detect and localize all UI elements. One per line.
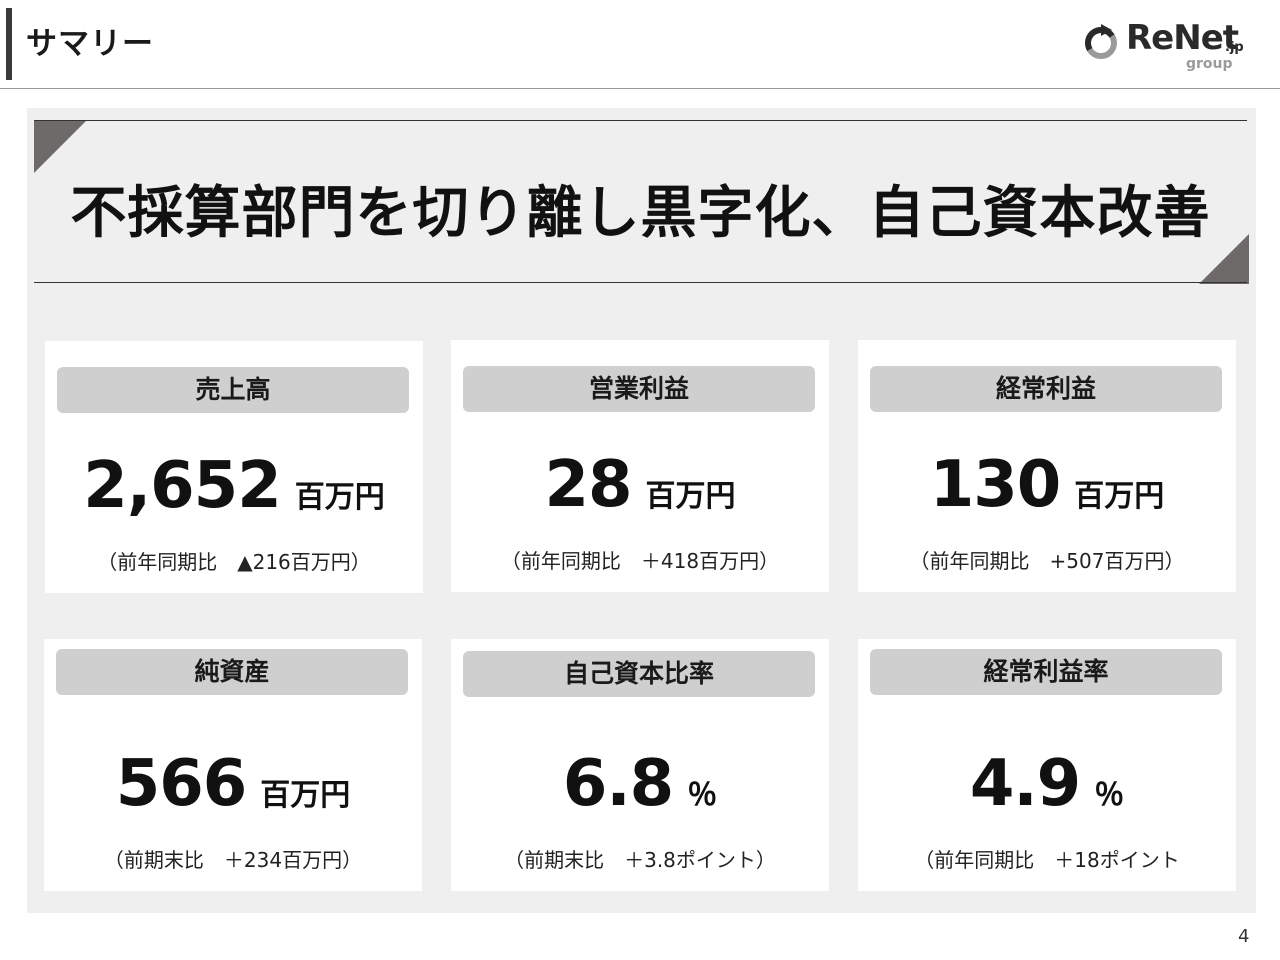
banner-top-rule [34,120,1247,121]
logo-domain-suffix: .jp [1225,40,1244,55]
kpi-unit: 百万円 [260,778,351,813]
kpi-card-ordinary-profit-margin: 経常利益率 4.9 ％ （前年同期比 ＋18ポイント [858,639,1236,891]
kpi-label: 経常利益 [870,366,1222,412]
kpi-value: 566 [115,747,248,821]
kpi-value-row: 6.8 ％ [451,747,829,821]
kpi-unit: 百万円 [645,479,736,514]
kpi-card-sales: 売上高 2,652 百万円 （前年同期比 ▲216百万円） [45,341,423,593]
kpi-comparison-note: （前年同期比 +507百万円） [909,549,1185,573]
kpi-unit: 百万円 [1074,479,1165,514]
logo-wordmark: ReNet [1126,18,1239,58]
banner-headline: 不採算部門を切り離し黒字化、自己資本改善 [70,181,1211,246]
title-accent-bar [6,8,12,80]
kpi-comparison-note: （前年同期比 ＋418百万円） [500,549,780,573]
kpi-value-row: 566 百万円 [44,747,422,821]
banner-bottom-rule [34,282,1247,283]
kpi-card-operating-profit: 営業利益 28 百万円 （前年同期比 ＋418百万円） [451,340,829,592]
kpi-value-row: 4.9 ％ [858,747,1236,821]
page-title: サマリー [26,26,154,62]
corner-triangle-top-left [34,121,86,173]
renet-logo: ReNet .jp group [1082,18,1262,76]
kpi-unit: 百万円 [294,480,385,515]
kpi-label: 自己資本比率 [463,651,815,697]
kpi-comparison-note: （前期末比 ＋234百万円） [103,848,363,872]
kpi-label: 売上高 [57,367,409,413]
kpi-label: 経常利益率 [870,649,1222,695]
kpi-comparison-note: （前年同期比 ＋18ポイント [914,848,1180,872]
kpi-value: 2,652 [83,449,281,523]
kpi-comparison-note: （前年同期比 ▲216百万円） [97,550,371,574]
kpi-value: 28 [544,448,632,522]
corner-triangle-bottom-right [1199,234,1249,284]
kpi-card-equity-ratio: 自己資本比率 6.8 ％ （前期末比 ＋3.8ポイント） [451,639,829,891]
kpi-card-ordinary-profit: 経常利益 130 百万円 （前年同期比 +507百万円） [858,340,1236,592]
kpi-unit: ％ [1094,778,1125,813]
kpi-value-row: 130 百万円 [858,448,1236,522]
kpi-value-row: 2,652 百万円 [45,449,423,523]
logo-group-label: group [1186,56,1233,72]
refresh-arrow-icon [1085,24,1117,59]
kpi-label: 純資産 [56,649,408,695]
page-number: 4 [1238,926,1250,947]
kpi-value: 6.8 [562,747,674,821]
header-divider [0,88,1280,89]
kpi-label: 営業利益 [463,366,815,412]
kpi-comparison-note: （前期末比 ＋3.8ポイント） [504,848,776,872]
kpi-card-net-assets: 純資産 566 百万円 （前期末比 ＋234百万円） [44,639,422,891]
kpi-value: 4.9 [969,747,1081,821]
kpi-value: 130 [929,448,1062,522]
kpi-value-row: 28 百万円 [451,448,829,522]
kpi-unit: ％ [687,778,718,813]
